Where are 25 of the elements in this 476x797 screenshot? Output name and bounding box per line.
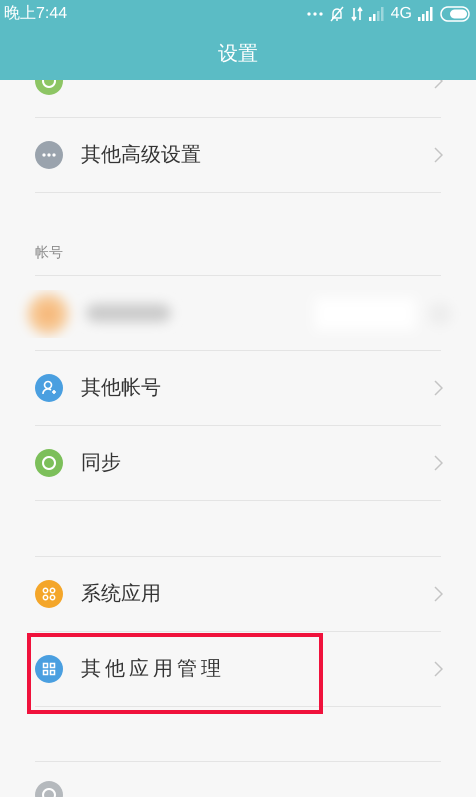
chevron-icon: [434, 455, 443, 471]
item-label: 其他应用管理: [81, 657, 225, 682]
bell-off-icon: [328, 6, 345, 22]
item-label: 其他高级设置: [81, 143, 201, 168]
item-label: 其他帐号: [81, 376, 161, 401]
item-label: 同步: [81, 451, 121, 476]
item-label: 系统应用: [81, 582, 161, 607]
settings-item[interactable]: 其他应用管理: [0, 632, 476, 706]
settings-item[interactable]: 其他高级设置: [0, 118, 476, 192]
data-arrows-icon: [350, 6, 363, 22]
signal-icon: [418, 6, 434, 20]
more-icon: [306, 12, 323, 16]
settings-item[interactable]: 系统应用: [0, 557, 476, 631]
settings-item[interactable]: 同步: [0, 426, 476, 500]
window-title: 设置: [218, 42, 258, 66]
chevron-icon: [434, 661, 443, 677]
section-header: 帐号: [35, 243, 63, 262]
chevron-icon: [434, 380, 443, 396]
network-type: 4G: [390, 4, 412, 24]
battery-icon: [440, 6, 472, 22]
chevron-icon: [434, 586, 443, 602]
settings-item[interactable]: 其他帐号: [0, 351, 476, 425]
signal-icon: [368, 6, 385, 20]
status-time: 晚上7:44: [4, 4, 68, 24]
chevron-icon: [434, 147, 443, 163]
